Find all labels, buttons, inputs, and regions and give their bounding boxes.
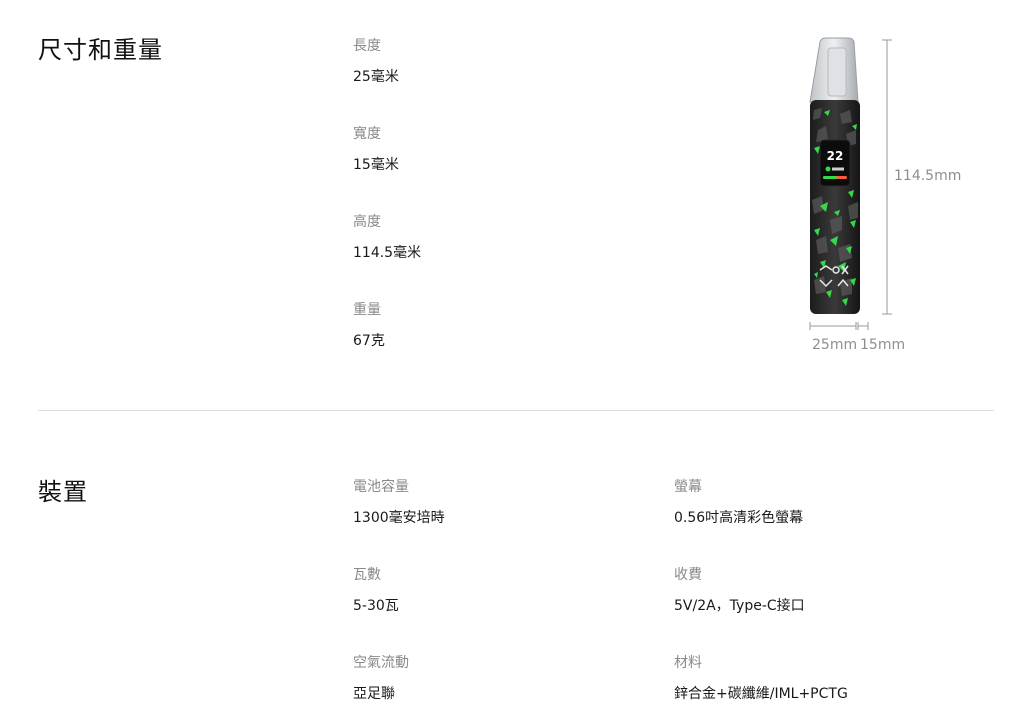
spec-value: 5V/2A，Type-C接口 xyxy=(674,598,805,614)
device-image: 22 xyxy=(809,37,892,330)
spec-screen: 螢幕 0.56吋高清彩色螢幕 xyxy=(674,478,803,527)
spec-value: 114.5毫米 xyxy=(353,245,422,261)
spec-value: 亞足聯 xyxy=(353,686,395,702)
length-dimension-label: 25mm xyxy=(812,337,858,353)
spec-value: 鋅合金+碳纖維/IML+PCTG xyxy=(674,686,848,702)
spec-value: 25毫米 xyxy=(353,69,399,85)
spec-wattage: 瓦數 5-30瓦 xyxy=(353,566,399,615)
spec-label: 空氣流動 xyxy=(353,655,409,671)
spec-page: 尺寸和重量 長度 25毫米 寬度 15毫米 高度 114.5毫米 重量 67克 xyxy=(0,0,1019,725)
spec-battery: 電池容量 1300毫安培時 xyxy=(353,478,445,527)
section-title-device: 裝置 xyxy=(38,478,88,506)
spec-material: 材料 鋅合金+碳纖維/IML+PCTG xyxy=(674,654,848,703)
section-title-dimensions: 尺寸和重量 xyxy=(38,36,163,64)
spec-label: 電池容量 xyxy=(353,479,409,495)
spec-label: 瓦數 xyxy=(353,567,381,583)
height-dimension-label: 114.5mm xyxy=(894,168,962,184)
spec-label: 長度 xyxy=(353,38,381,54)
spec-value: 67克 xyxy=(353,333,385,349)
spec-charging: 收費 5V/2A，Type-C接口 xyxy=(674,566,805,615)
spec-weight: 重量 67克 xyxy=(353,301,385,350)
spec-label: 寬度 xyxy=(353,126,381,142)
spec-value: 5-30瓦 xyxy=(353,598,399,614)
spec-label: 螢幕 xyxy=(674,479,702,495)
spec-label: 收費 xyxy=(674,567,702,583)
spec-value: 15毫米 xyxy=(353,157,399,173)
spec-height: 高度 114.5毫米 xyxy=(353,213,421,262)
spec-value: 1300毫安培時 xyxy=(353,510,445,526)
spec-airflow: 空氣流動 亞足聯 xyxy=(353,654,409,703)
spec-label: 材料 xyxy=(674,655,702,671)
spec-width: 寬度 15毫米 xyxy=(353,125,399,174)
spec-label: 高度 xyxy=(353,214,381,230)
device-figure: 22 114.5mm 25mm 15mm xyxy=(790,30,990,370)
spec-label: 重量 xyxy=(353,302,381,318)
width-dimension-label: 15mm xyxy=(860,337,906,353)
screen-time: 22 xyxy=(827,149,844,163)
spec-value: 0.56吋高清彩色螢幕 xyxy=(674,510,804,526)
section-divider xyxy=(38,410,994,411)
spec-length: 長度 25毫米 xyxy=(353,37,399,86)
